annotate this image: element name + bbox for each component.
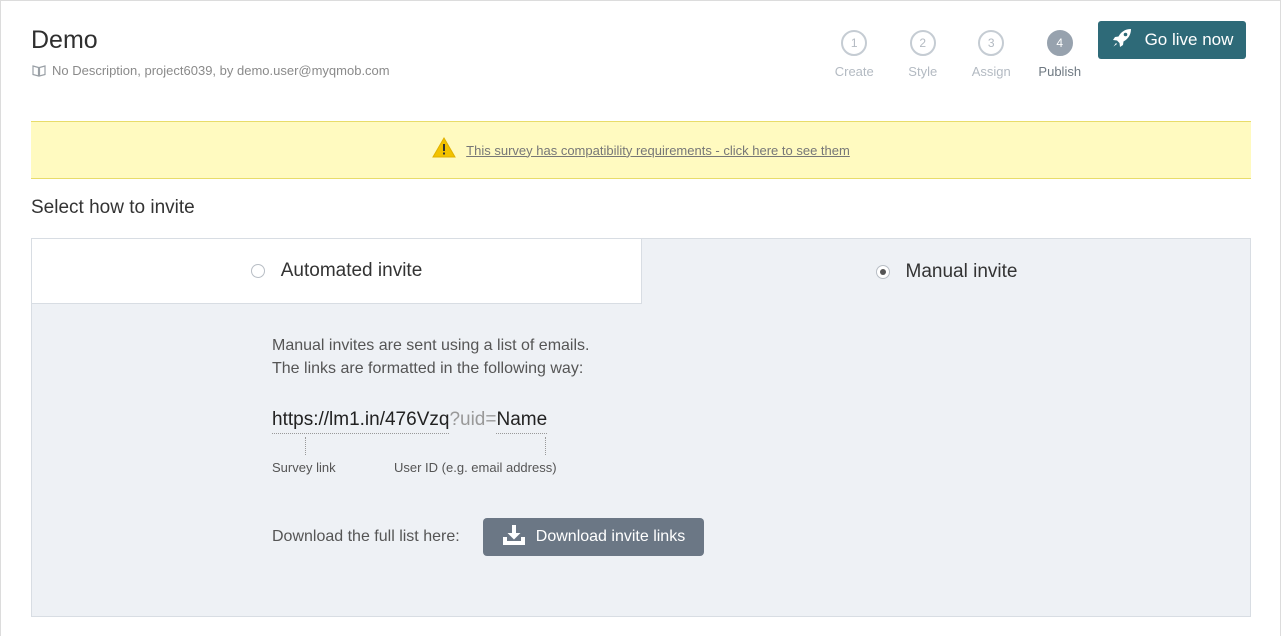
section-title: Select how to invite: [31, 197, 195, 218]
step-create[interactable]: 1 Create: [820, 30, 889, 79]
step-assign[interactable]: 3 Assign: [957, 30, 1026, 79]
description-text: No Description, project6039, by demo.use…: [52, 63, 390, 78]
download-icon: [502, 524, 526, 551]
survey-link-pointer: [305, 437, 306, 455]
step-label: Publish: [1038, 64, 1082, 79]
automated-invite-label: Automated invite: [280, 260, 423, 281]
url-uid-param: ?uid=: [449, 409, 497, 430]
automated-radio[interactable]: [250, 264, 265, 278]
step-number: 2: [909, 30, 936, 56]
project-description: No Description, project6039, by demo.use…: [32, 63, 390, 78]
book-icon: [32, 64, 46, 77]
warning-icon: [432, 137, 457, 163]
user-id-caption: User ID (e.g. email address): [394, 460, 557, 475]
download-button-label: Download invite links: [535, 528, 686, 545]
manual-description: Manual invites are sent using a list of …: [272, 334, 589, 380]
step-number: 3: [978, 30, 1005, 56]
description-line-2: The links are formatted in the following…: [272, 360, 584, 377]
survey-link-caption: Survey link: [272, 460, 336, 475]
tab-automated-invite[interactable]: Automated invite: [32, 239, 642, 304]
step-style[interactable]: 2 Style: [889, 30, 958, 79]
user-id-pointer: [545, 437, 546, 455]
manual-radio[interactable]: [875, 264, 890, 279]
compatibility-link[interactable]: This survey has compatibility requiremen…: [466, 143, 850, 158]
go-live-button[interactable]: Go live now: [1098, 21, 1246, 59]
download-invite-links-button[interactable]: Download invite links: [483, 518, 704, 556]
url-user-name: Name: [496, 409, 548, 434]
step-publish[interactable]: 4 Publish: [1026, 30, 1095, 79]
manual-invite-label: Manual invite: [905, 260, 1018, 282]
description-line-1: Manual invites are sent using a list of …: [272, 337, 590, 354]
step-label: Assign: [971, 64, 1011, 79]
step-number: 4: [1046, 30, 1073, 56]
step-label: Create: [834, 64, 874, 79]
progress-steps: 1 Create 2 Style 3 Assign 4 Publish: [820, 30, 1094, 79]
go-live-label: Go live now: [1144, 30, 1234, 49]
compatibility-banner: This survey has compatibility requiremen…: [31, 121, 1251, 179]
page-title: Demo: [31, 26, 98, 54]
step-label: Style: [908, 64, 938, 79]
url-format: https://lm1.in/476Vzq ?uid= Name: [272, 409, 548, 434]
url-survey-link: https://lm1.in/476Vzq: [272, 409, 450, 434]
step-number: 1: [841, 30, 868, 56]
tab-manual-invite[interactable]: Manual invite: [642, 239, 1251, 304]
invite-panel: Automated invite Manual invite Manual in…: [31, 238, 1251, 617]
download-label: Download the full list here:: [272, 528, 460, 545]
rocket-icon: [1111, 27, 1133, 54]
